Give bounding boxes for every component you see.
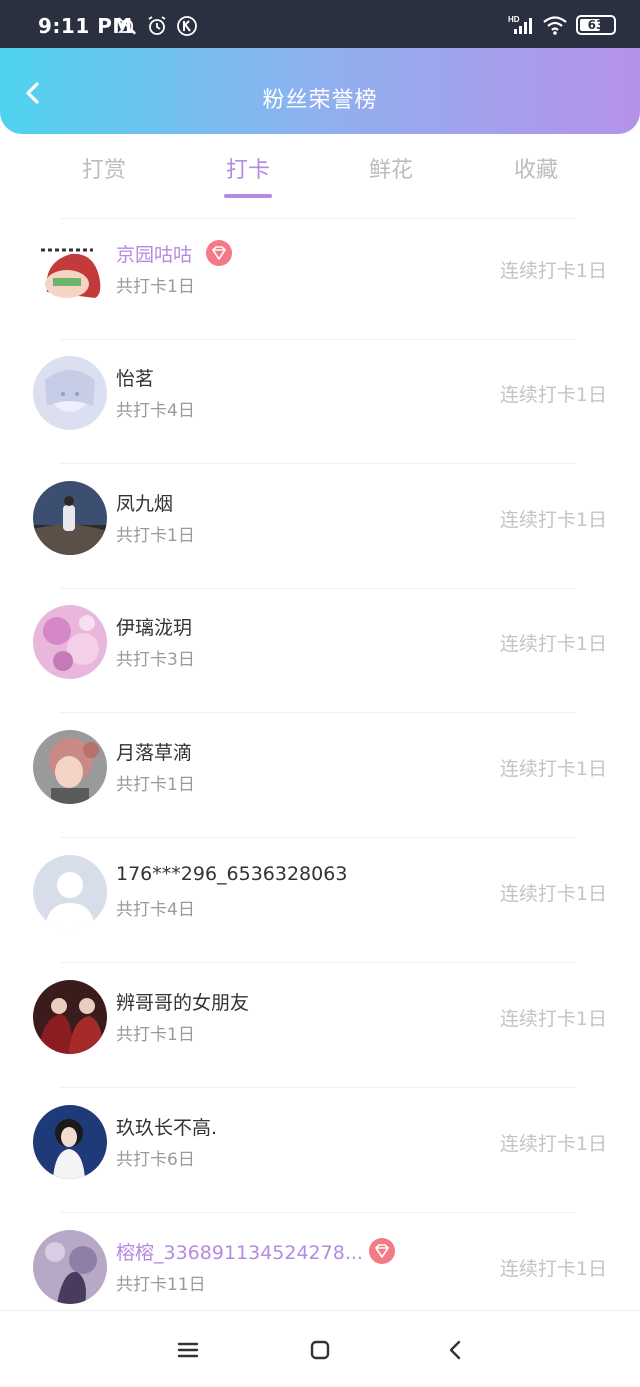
fan-total: 共打卡6日	[116, 1150, 195, 1170]
divider	[60, 962, 576, 963]
fan-streak: 连续打卡1日	[499, 1008, 607, 1030]
fan-streak: 连续打卡1日	[499, 260, 607, 282]
diamond-badge-icon	[369, 1238, 395, 1264]
fan-streak: 连续打卡1日	[499, 384, 607, 406]
divider	[60, 837, 576, 838]
fan-name: 玖玖长不高.	[116, 1117, 218, 1139]
fan-streak: 连续打卡1日	[499, 1258, 607, 1280]
tab-label: 打卡	[225, 158, 270, 183]
avatar	[33, 855, 107, 929]
tab-checkin[interactable]: 打卡	[188, 152, 308, 198]
fan-row[interactable]: 怡茗 共打卡4日 连续打卡1日	[0, 342, 640, 466]
fan-row[interactable]: 辨哥哥的女朋友 共打卡1日 连续打卡1日	[0, 966, 640, 1090]
fan-streak: 连续打卡1日	[499, 758, 607, 780]
home-square-icon	[310, 1340, 330, 1360]
fan-row[interactable]: 凤九烟 共打卡1日 连续打卡1日	[0, 467, 640, 591]
divider	[60, 588, 576, 589]
back-nav-button[interactable]	[440, 1335, 470, 1365]
divider	[60, 339, 576, 340]
fan-row[interactable]: 伊璃泷玥 共打卡3日 连续打卡1日	[0, 591, 640, 715]
avatar	[33, 980, 107, 1054]
fan-streak: 连续打卡1日	[499, 509, 607, 531]
tab-flowers[interactable]: 鲜花	[331, 152, 451, 198]
system-nav-bar	[0, 1310, 640, 1387]
avatar	[33, 1230, 107, 1304]
fan-total: 共打卡4日	[116, 401, 195, 421]
fan-total: 共打卡1日	[116, 277, 195, 297]
fan-row[interactable]: 月落草滴 共打卡1日 连续打卡1日	[0, 716, 640, 840]
svg-text:HD: HD	[508, 15, 520, 24]
avatar	[33, 356, 107, 430]
bell-off-icon	[117, 17, 137, 35]
header: 粉丝荣誉榜	[0, 48, 640, 134]
avatar	[33, 481, 107, 555]
fan-name: 伊璃泷玥	[116, 617, 193, 639]
avatar	[33, 232, 107, 306]
fan-streak: 连续打卡1日	[499, 1133, 607, 1155]
battery-level: 63	[587, 18, 605, 32]
hd-signal-icon: HD	[508, 15, 532, 34]
fan-streak: 连续打卡1日	[499, 883, 607, 905]
fan-row[interactable]: 京园咕咕 共打卡1日 连续打卡1日	[0, 218, 640, 342]
wifi-icon	[543, 16, 567, 35]
fan-total: 共打卡11日	[116, 1275, 206, 1295]
fan-row[interactable]: 玖玖长不高. 共打卡6日 连续打卡1日	[0, 1091, 640, 1215]
fan-name: 176***296_6536328063	[116, 863, 348, 885]
avatar	[33, 1105, 107, 1179]
k-circle-icon	[177, 16, 197, 36]
divider	[60, 463, 576, 464]
tab-label: 鲜花	[368, 158, 413, 183]
fan-name: 辨哥哥的女朋友	[116, 992, 250, 1014]
status-bar: 9:11 PM HD 63	[0, 0, 640, 48]
tab-favorites[interactable]: 收藏	[476, 152, 596, 198]
diamond-badge-icon	[206, 240, 232, 266]
active-tab-underline	[224, 194, 272, 198]
alarm-icon	[148, 16, 166, 35]
avatar	[33, 605, 107, 679]
back-triangle-icon	[449, 1340, 461, 1360]
home-button[interactable]	[305, 1335, 335, 1365]
battery-icon: 63	[576, 15, 616, 35]
divider	[60, 1212, 576, 1213]
divider	[60, 1087, 576, 1088]
page-title: 粉丝荣誉榜	[262, 88, 378, 113]
fan-total: 共打卡4日	[116, 900, 195, 920]
fan-name: 榕榕_336891134524278...	[116, 1242, 363, 1264]
fan-name: 月落草滴	[116, 742, 193, 764]
tab-label: 打赏	[81, 158, 126, 183]
tab-bar: 打赏 打卡 鲜花 收藏	[0, 134, 640, 218]
fan-name: 怡茗	[116, 368, 155, 390]
menu-button[interactable]	[173, 1335, 203, 1365]
tab-label: 收藏	[513, 158, 558, 183]
divider	[60, 712, 576, 713]
menu-icon	[177, 1342, 199, 1358]
fan-total: 共打卡3日	[116, 650, 195, 670]
avatar	[33, 730, 107, 804]
fan-row[interactable]: 176***296_6536328063 共打卡4日 连续打卡1日	[0, 841, 640, 965]
fan-name: 凤九烟	[116, 493, 174, 515]
status-icons-left	[116, 15, 198, 37]
status-icons-right: HD 63	[508, 14, 616, 36]
fan-total: 共打卡1日	[116, 526, 195, 546]
fan-total: 共打卡1日	[116, 775, 195, 795]
fan-streak: 连续打卡1日	[499, 633, 607, 655]
tab-reward[interactable]: 打赏	[44, 152, 164, 198]
fan-total: 共打卡1日	[116, 1025, 195, 1045]
fan-name: 京园咕咕	[116, 244, 193, 266]
